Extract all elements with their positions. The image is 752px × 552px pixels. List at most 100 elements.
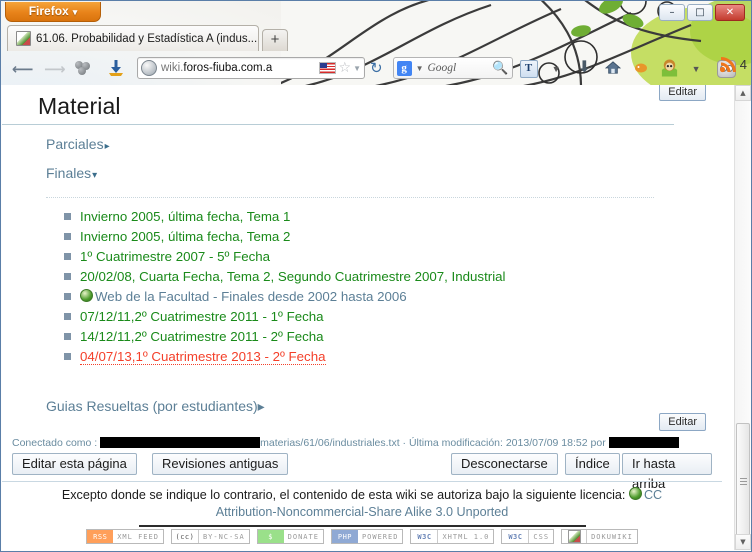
finales-list: Invierno 2005, última fecha, Tema 1 Invi… xyxy=(46,208,654,365)
download-button[interactable]: ⬇ xyxy=(573,55,597,81)
download-arrow-icon: ⬇ xyxy=(577,57,591,76)
address-bar[interactable]: wiki.foros-fiuba.com.a ☆ ▼ xyxy=(137,57,365,79)
bookmark-star-icon[interactable]: ☆ xyxy=(339,60,352,76)
list-item: 04/07/13,1º Cuatrimestre 2013 - 2º Fecha xyxy=(46,348,654,365)
badge-dokuwiki[interactable]: DOKUWIKI xyxy=(561,529,638,544)
final-link-5-external[interactable]: Web de la Facultad - Finales desde 2002 … xyxy=(95,289,407,304)
list-item: 20/02/08, Cuarta Fecha, Tema 2, Segundo … xyxy=(46,268,654,285)
browser-tab[interactable]: 61.06. Probabilidad y Estadística A (ind… xyxy=(7,25,259,51)
edit-section-button-top[interactable]: Editar xyxy=(659,85,706,101)
external-link-globe-icon xyxy=(80,289,93,302)
redacted-author xyxy=(608,437,679,448)
firefox-menu-button[interactable]: Firefox ▾ xyxy=(5,2,101,22)
new-tab-button[interactable]: + xyxy=(262,29,288,51)
docinfo-separator: · xyxy=(402,437,407,449)
arrow-left-icon: ⟵ xyxy=(12,60,34,78)
final-link-7[interactable]: 14/12/11,2º Cuatrimestre 2011 - 2º Fecha xyxy=(80,329,324,344)
download-arrow-icon xyxy=(109,60,123,76)
arrow-right-icon: ⟶ xyxy=(44,60,66,78)
final-link-1[interactable]: Invierno 2005, última fecha, Tema 1 xyxy=(80,209,290,224)
chevron-down-icon[interactable]: ▼ xyxy=(353,64,361,73)
logout-button[interactable]: Desconectarse xyxy=(451,453,558,475)
final-link-8-broken[interactable]: 04/07/13,1º Cuatrimestre 2013 - 2º Fecha xyxy=(80,349,326,365)
toc-item-finales-label: Finales xyxy=(46,165,92,181)
chevron-down-icon: ▼ xyxy=(551,64,561,74)
firefox-menu-label: Firefox xyxy=(28,4,69,18)
badge-creative-commons[interactable]: (cc) BY-NC-SA xyxy=(170,529,250,544)
badge-php[interactable]: PHP POWERED xyxy=(330,529,404,544)
list-item: 07/12/11,2º Cuatrimestre 2011 - 1º Fecha xyxy=(46,308,654,325)
toolbar-dropdown-button[interactable]: ▼ xyxy=(545,55,569,81)
toolbar-dropdown-button-2[interactable]: ▼ xyxy=(685,55,709,81)
badge-donate[interactable]: $ DONATE xyxy=(256,529,324,544)
badge-xhtml-left: W3C xyxy=(411,530,439,543)
rss-icon xyxy=(719,57,736,73)
wiki-page: Editar Material Parciales▸ Finales▾ Invi… xyxy=(2,85,734,550)
downthemall-button[interactable] xyxy=(103,55,129,81)
toc-finales-row: Finales▾ xyxy=(2,154,734,183)
restore-button[interactable]: □ xyxy=(687,4,713,21)
final-link-4[interactable]: 20/02/08, Cuarta Fecha, Tema 2, Segundo … xyxy=(80,269,506,284)
final-link-3[interactable]: 1º Cuatrimestre 2007 - 5º Fecha xyxy=(80,249,270,264)
cluster-button[interactable] xyxy=(71,55,97,81)
license-link-short[interactable]: CC xyxy=(644,488,662,502)
footer-rule xyxy=(139,525,586,527)
scrollbar-thumb[interactable] xyxy=(736,423,750,539)
list-item: Invierno 2005, última fecha, Tema 1 xyxy=(46,208,654,225)
tab-title: 61.06. Probabilidad y Estadística A (ind… xyxy=(36,32,258,45)
vertical-scrollbar[interactable]: ▲ ▼ xyxy=(734,85,751,550)
badge-rss[interactable]: RSS XML FEED xyxy=(86,529,164,544)
old-revisions-button[interactable]: Revisiones antiguas xyxy=(152,453,289,475)
license-link-long[interactable]: Attribution-Noncommercial-Share Alike 3.… xyxy=(216,505,509,519)
edit-page-button[interactable]: Editar esta página xyxy=(12,453,137,475)
scrollbar-grip-icon xyxy=(739,477,747,485)
footer-badges: RSS XML FEED (cc) BY-NC-SA $ DONATE PHP … xyxy=(2,529,722,544)
home-button[interactable] xyxy=(601,55,625,81)
text-tool-button[interactable]: T xyxy=(517,55,541,81)
forward-button[interactable]: ⟶ xyxy=(39,55,66,81)
browser-window: Firefox ▾ – □ ✕ 61.06. Probabilidad y Est… xyxy=(0,0,752,552)
index-button[interactable]: Índice xyxy=(565,453,620,475)
google-icon[interactable]: g xyxy=(396,60,412,76)
badge-xhtml[interactable]: W3C XHTML 1.0 xyxy=(410,529,495,544)
doc-path: materias/61/06/industriales.txt xyxy=(260,437,400,449)
reload-icon[interactable]: ↻ xyxy=(370,59,383,77)
toc-item-finales[interactable]: Finales▾ xyxy=(46,165,97,181)
last-modified-label: Última modificación: xyxy=(408,437,503,449)
chevron-down-icon[interactable]: ▼ xyxy=(416,64,424,73)
scroll-up-button[interactable]: ▲ xyxy=(735,85,751,101)
edit-section-button-bottom[interactable]: Editar xyxy=(659,413,706,431)
page-action-bar: Editar esta página Revisiones antiguas D… xyxy=(12,453,712,491)
dokuwiki-icon xyxy=(567,530,581,543)
toc-item-guias[interactable]: Guias Resueltas (por estudiantes)▸ xyxy=(46,398,265,414)
us-flag-icon[interactable] xyxy=(318,62,336,74)
toc-parciales-row: Parciales▸ xyxy=(2,125,734,154)
search-icon[interactable]: 🔍 xyxy=(492,61,508,76)
last-modified-value: 2013/07/09 18:52 xyxy=(505,437,588,449)
toc-item-parciales[interactable]: Parciales▸ xyxy=(46,136,110,152)
go-to-top-button[interactable]: Ir hasta arriba xyxy=(622,453,712,491)
pin-extension-button[interactable] xyxy=(629,55,653,81)
badge-xhtml-right: XHTML 1.0 xyxy=(438,530,494,543)
search-box[interactable]: g ▼ Googl 🔍 xyxy=(392,57,513,79)
greasemonkey-button[interactable] xyxy=(657,55,681,81)
badge-dokuwiki-right: DOKUWIKI xyxy=(587,530,637,543)
back-button[interactable]: ⟵ xyxy=(7,55,34,81)
close-button[interactable]: ✕ xyxy=(715,4,745,21)
minimize-button[interactable]: – xyxy=(659,4,685,21)
window-controls: – □ ✕ xyxy=(659,4,745,21)
rss-indicator[interactable]: 4 xyxy=(719,55,747,73)
chevron-down-icon: ▼ xyxy=(691,64,701,74)
home-icon xyxy=(604,61,621,74)
final-link-2[interactable]: Invierno 2005, última fecha, Tema 2 xyxy=(80,229,290,244)
footer-divider xyxy=(2,481,722,482)
badge-css[interactable]: W3C CSS xyxy=(501,529,555,544)
browser-chrome: Firefox ▾ – □ ✕ 61.06. Probabilidad y Est… xyxy=(1,1,751,85)
search-input[interactable]: Googl xyxy=(428,62,493,74)
badge-donate-right: DONATE xyxy=(283,530,323,543)
scroll-down-button[interactable]: ▼ xyxy=(735,534,751,550)
final-link-6[interactable]: 07/12/11,2º Cuatrimestre 2011 - 1º Fecha xyxy=(80,309,324,324)
connected-as-label: Conectado como : xyxy=(12,437,98,449)
badge-css-right: CSS xyxy=(529,530,554,543)
list-item: 14/12/11,2º Cuatrimestre 2011 - 2º Fecha xyxy=(46,328,654,345)
